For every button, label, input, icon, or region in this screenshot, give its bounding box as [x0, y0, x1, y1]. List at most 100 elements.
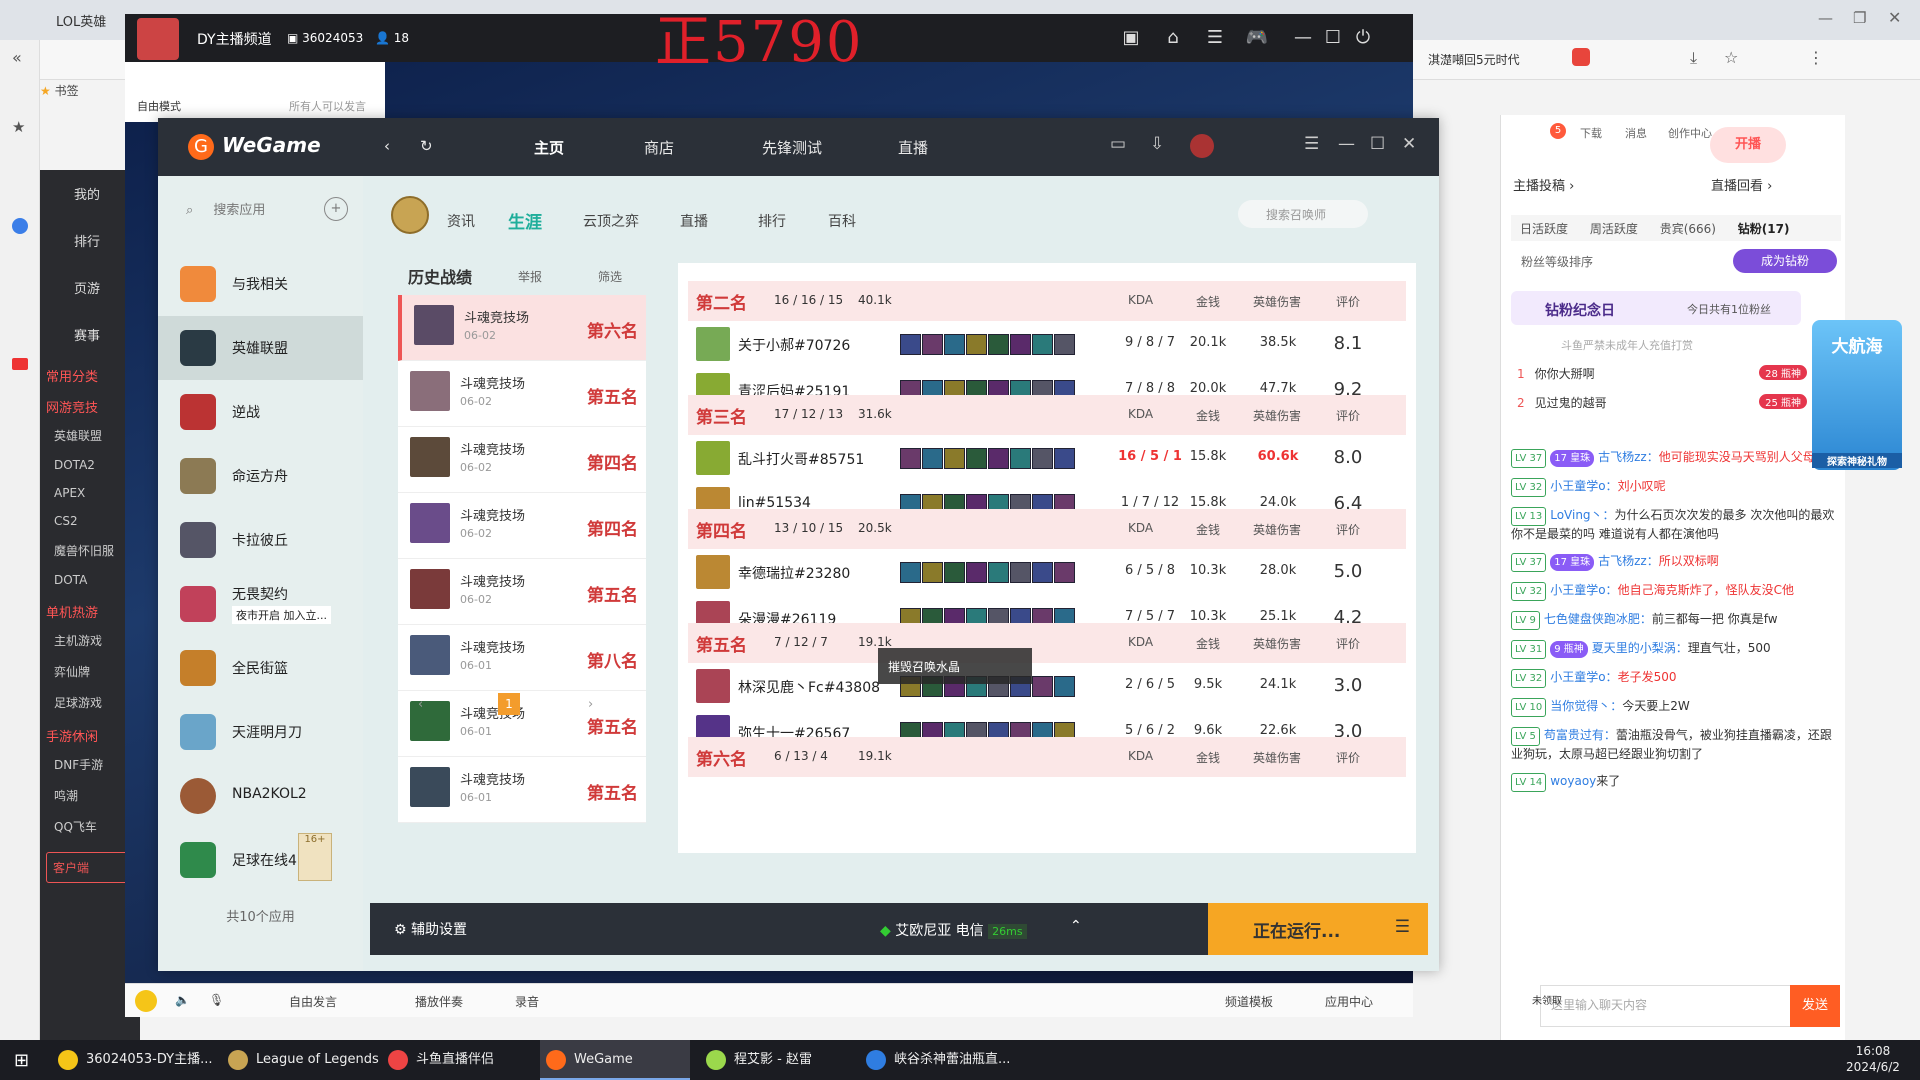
taskbar-item[interactable]: League of Legends [222, 1040, 382, 1080]
valorant-promo[interactable]: 夜市开启 加入立... [232, 606, 331, 624]
system-clock[interactable]: 16:08 2024/6/2 [1838, 1043, 1908, 1075]
chat-username[interactable]: woyaoy [1550, 774, 1596, 788]
star-icon[interactable]: ☆ [1724, 48, 1738, 67]
tab-weekly[interactable]: 周活跃度 [1581, 215, 1647, 242]
volume-icon[interactable]: 🔈 [175, 993, 190, 1007]
item-icon[interactable] [1032, 448, 1053, 469]
chat-username[interactable]: 夏天里的小梨涡： [1592, 641, 1688, 655]
sidebar-item-moonlight[interactable]: 天涯明月刀 [158, 700, 363, 764]
taskbar-item[interactable]: 36024053-DY主播... [52, 1040, 222, 1080]
sidebar-item-valorant[interactable]: 无畏契约 夜市开启 加入立... [158, 572, 363, 636]
rank-row[interactable]: 2 见过鬼的越哥 25 瓶神 [1517, 394, 1807, 411]
chat-username[interactable]: 小王童学o： [1550, 479, 1617, 493]
send-button[interactable]: 发送 [1790, 985, 1840, 1027]
item-icon[interactable] [944, 448, 965, 469]
nav-store[interactable]: 商店 [644, 137, 674, 158]
taskbar-item[interactable]: WeGame [540, 1040, 690, 1080]
mode-select[interactable]: 自由模式 [137, 98, 181, 114]
item-icon[interactable] [1010, 334, 1031, 355]
lol-logo[interactable] [391, 196, 429, 234]
pdf-icon[interactable] [1572, 48, 1590, 66]
tab-wiki[interactable]: 百科 [828, 211, 856, 231]
search-app-icon[interactable] [12, 218, 28, 234]
streamer-posts-link[interactable]: 主播投稿 › [1513, 175, 1574, 194]
item-icon[interactable] [900, 562, 921, 583]
client-button[interactable]: 客户端 [46, 852, 134, 883]
avatar[interactable] [1190, 134, 1214, 158]
sidebar-item-related[interactable]: 与我相关 [158, 252, 363, 316]
chat-username[interactable]: 当你觉得丶： [1550, 699, 1622, 713]
chat-username[interactable]: 小王童学o： [1550, 583, 1617, 597]
mic-icon[interactable]: 🎙 [209, 993, 224, 1007]
maximize-icon[interactable]: ☐ [1321, 26, 1345, 50]
item-icon[interactable] [1032, 676, 1053, 697]
item-icon[interactable] [1054, 448, 1075, 469]
expand-icon[interactable]: ⌃ [1070, 918, 1082, 934]
add-app-icon[interactable]: + [324, 197, 348, 221]
item-icon[interactable] [900, 448, 921, 469]
summoner-search[interactable]: 搜索召唤师 [1238, 200, 1368, 228]
history-item[interactable]: 斗魂竞技场 06-02 第六名 [398, 295, 646, 361]
prev-page-icon[interactable]: ‹ [418, 697, 423, 712]
nav-live[interactable]: 直播 [898, 137, 928, 158]
channel-template-button[interactable]: 频道模板 [1225, 993, 1273, 1010]
running-button[interactable]: 正在运行... ☰ [1208, 903, 1428, 955]
chat-username[interactable]: LoVing丶： [1550, 508, 1614, 522]
video-app-icon[interactable] [12, 358, 28, 370]
player-row[interactable]: 幸德瑞拉#23280 6 / 5 / 8 10.3k 28.0k 5.0 [688, 549, 1406, 595]
item-icon[interactable] [1010, 448, 1031, 469]
item-icon[interactable] [988, 448, 1009, 469]
browser-close-icon[interactable]: ✕ [1888, 8, 1901, 27]
tab-vip[interactable]: 贵宾(666) [1651, 215, 1725, 242]
browser-minimize-icon[interactable]: — [1818, 9, 1833, 27]
download-link[interactable]: 下载 [1580, 125, 1602, 141]
history-item[interactable]: 斗魂竞技场 06-02 第五名 [398, 559, 646, 625]
chat-username[interactable]: 七色健盘侠跑冰肥： [1544, 612, 1652, 626]
filter-button[interactable]: 筛选 [598, 268, 622, 285]
next-page-icon[interactable]: › [588, 697, 593, 712]
nav-pioneer[interactable]: 先锋测试 [762, 137, 822, 158]
collapse-icon[interactable]: « [12, 48, 22, 67]
rank-row[interactable]: 1 你你大掰啊 28 瓶神 [1517, 365, 1807, 382]
history-item[interactable]: 斗魂竞技场 06-02 第四名 [398, 427, 646, 493]
fan-rank-label[interactable]: 粉丝等级排序 [1521, 253, 1593, 270]
windows-start-icon[interactable]: ⊞ [14, 1050, 29, 1071]
minimize-icon[interactable]: — [1338, 134, 1355, 154]
item-icon[interactable] [1032, 334, 1053, 355]
sidebar-item-nba2k[interactable]: NBA2KOL2 [158, 764, 363, 828]
player-row[interactable]: 林深见鹿丶Fc#43808 2 / 6 / 5 9.5k 24.1k 3.0 [688, 663, 1406, 709]
item-icon[interactable] [1054, 676, 1075, 697]
tab-diamond[interactable]: 钻粉(17) [1729, 215, 1799, 242]
item-icon[interactable] [900, 334, 921, 355]
sidebar-item-lostark[interactable]: 命运方舟 [158, 444, 363, 508]
bookmarks-label[interactable]: 书签 [55, 84, 79, 98]
creator-center-link[interactable]: 创作中心 [1668, 125, 1712, 141]
sidebar-item-streetball[interactable]: 全民街篮 [158, 636, 363, 700]
refresh-icon[interactable]: ↻ [420, 137, 433, 155]
sidebar-item-lol[interactable]: 英雄联盟 [158, 316, 363, 380]
chat-username[interactable]: 苟富贵过有： [1544, 728, 1616, 742]
record-icon[interactable]: ▣ [1119, 26, 1143, 50]
item-icon[interactable] [1054, 562, 1075, 583]
address-bar-text[interactable]: 淇濋噸回5元时代 [1428, 51, 1520, 68]
item-icon[interactable] [966, 448, 987, 469]
download-icon[interactable]: ⇩ [1150, 134, 1164, 154]
chat-input[interactable]: 这里输入聊天内容 [1540, 985, 1810, 1027]
tab-tft[interactable]: 云顶之弈 [583, 211, 639, 231]
accompany-button[interactable]: 播放伴奏 [415, 993, 463, 1010]
player-row[interactable]: 关于小郝#70726 9 / 8 / 7 20.1k 38.5k 8.1 [688, 321, 1406, 367]
taskbar-item[interactable]: 斗鱼直播伴侣 [382, 1040, 532, 1080]
history-item[interactable]: 斗魂竞技场 06-02 第五名 [398, 361, 646, 427]
open-live-button[interactable]: 开播 [1710, 127, 1786, 163]
item-icon[interactable] [922, 448, 943, 469]
item-icon[interactable] [1010, 562, 1031, 583]
chat-username[interactable]: 古飞杨zz： [1598, 450, 1659, 464]
item-icon[interactable] [988, 562, 1009, 583]
nav-home[interactable]: 主页 [534, 137, 564, 158]
chat-username[interactable]: 小王童学o： [1550, 670, 1617, 684]
menu-icon[interactable]: ☰ [1395, 917, 1410, 937]
item-icon[interactable] [944, 562, 965, 583]
favorites-icon[interactable]: ★ [12, 118, 25, 136]
browser-tab-title[interactable]: LOL英雄 [56, 11, 106, 30]
messages-link[interactable]: 消息 [1625, 125, 1647, 141]
